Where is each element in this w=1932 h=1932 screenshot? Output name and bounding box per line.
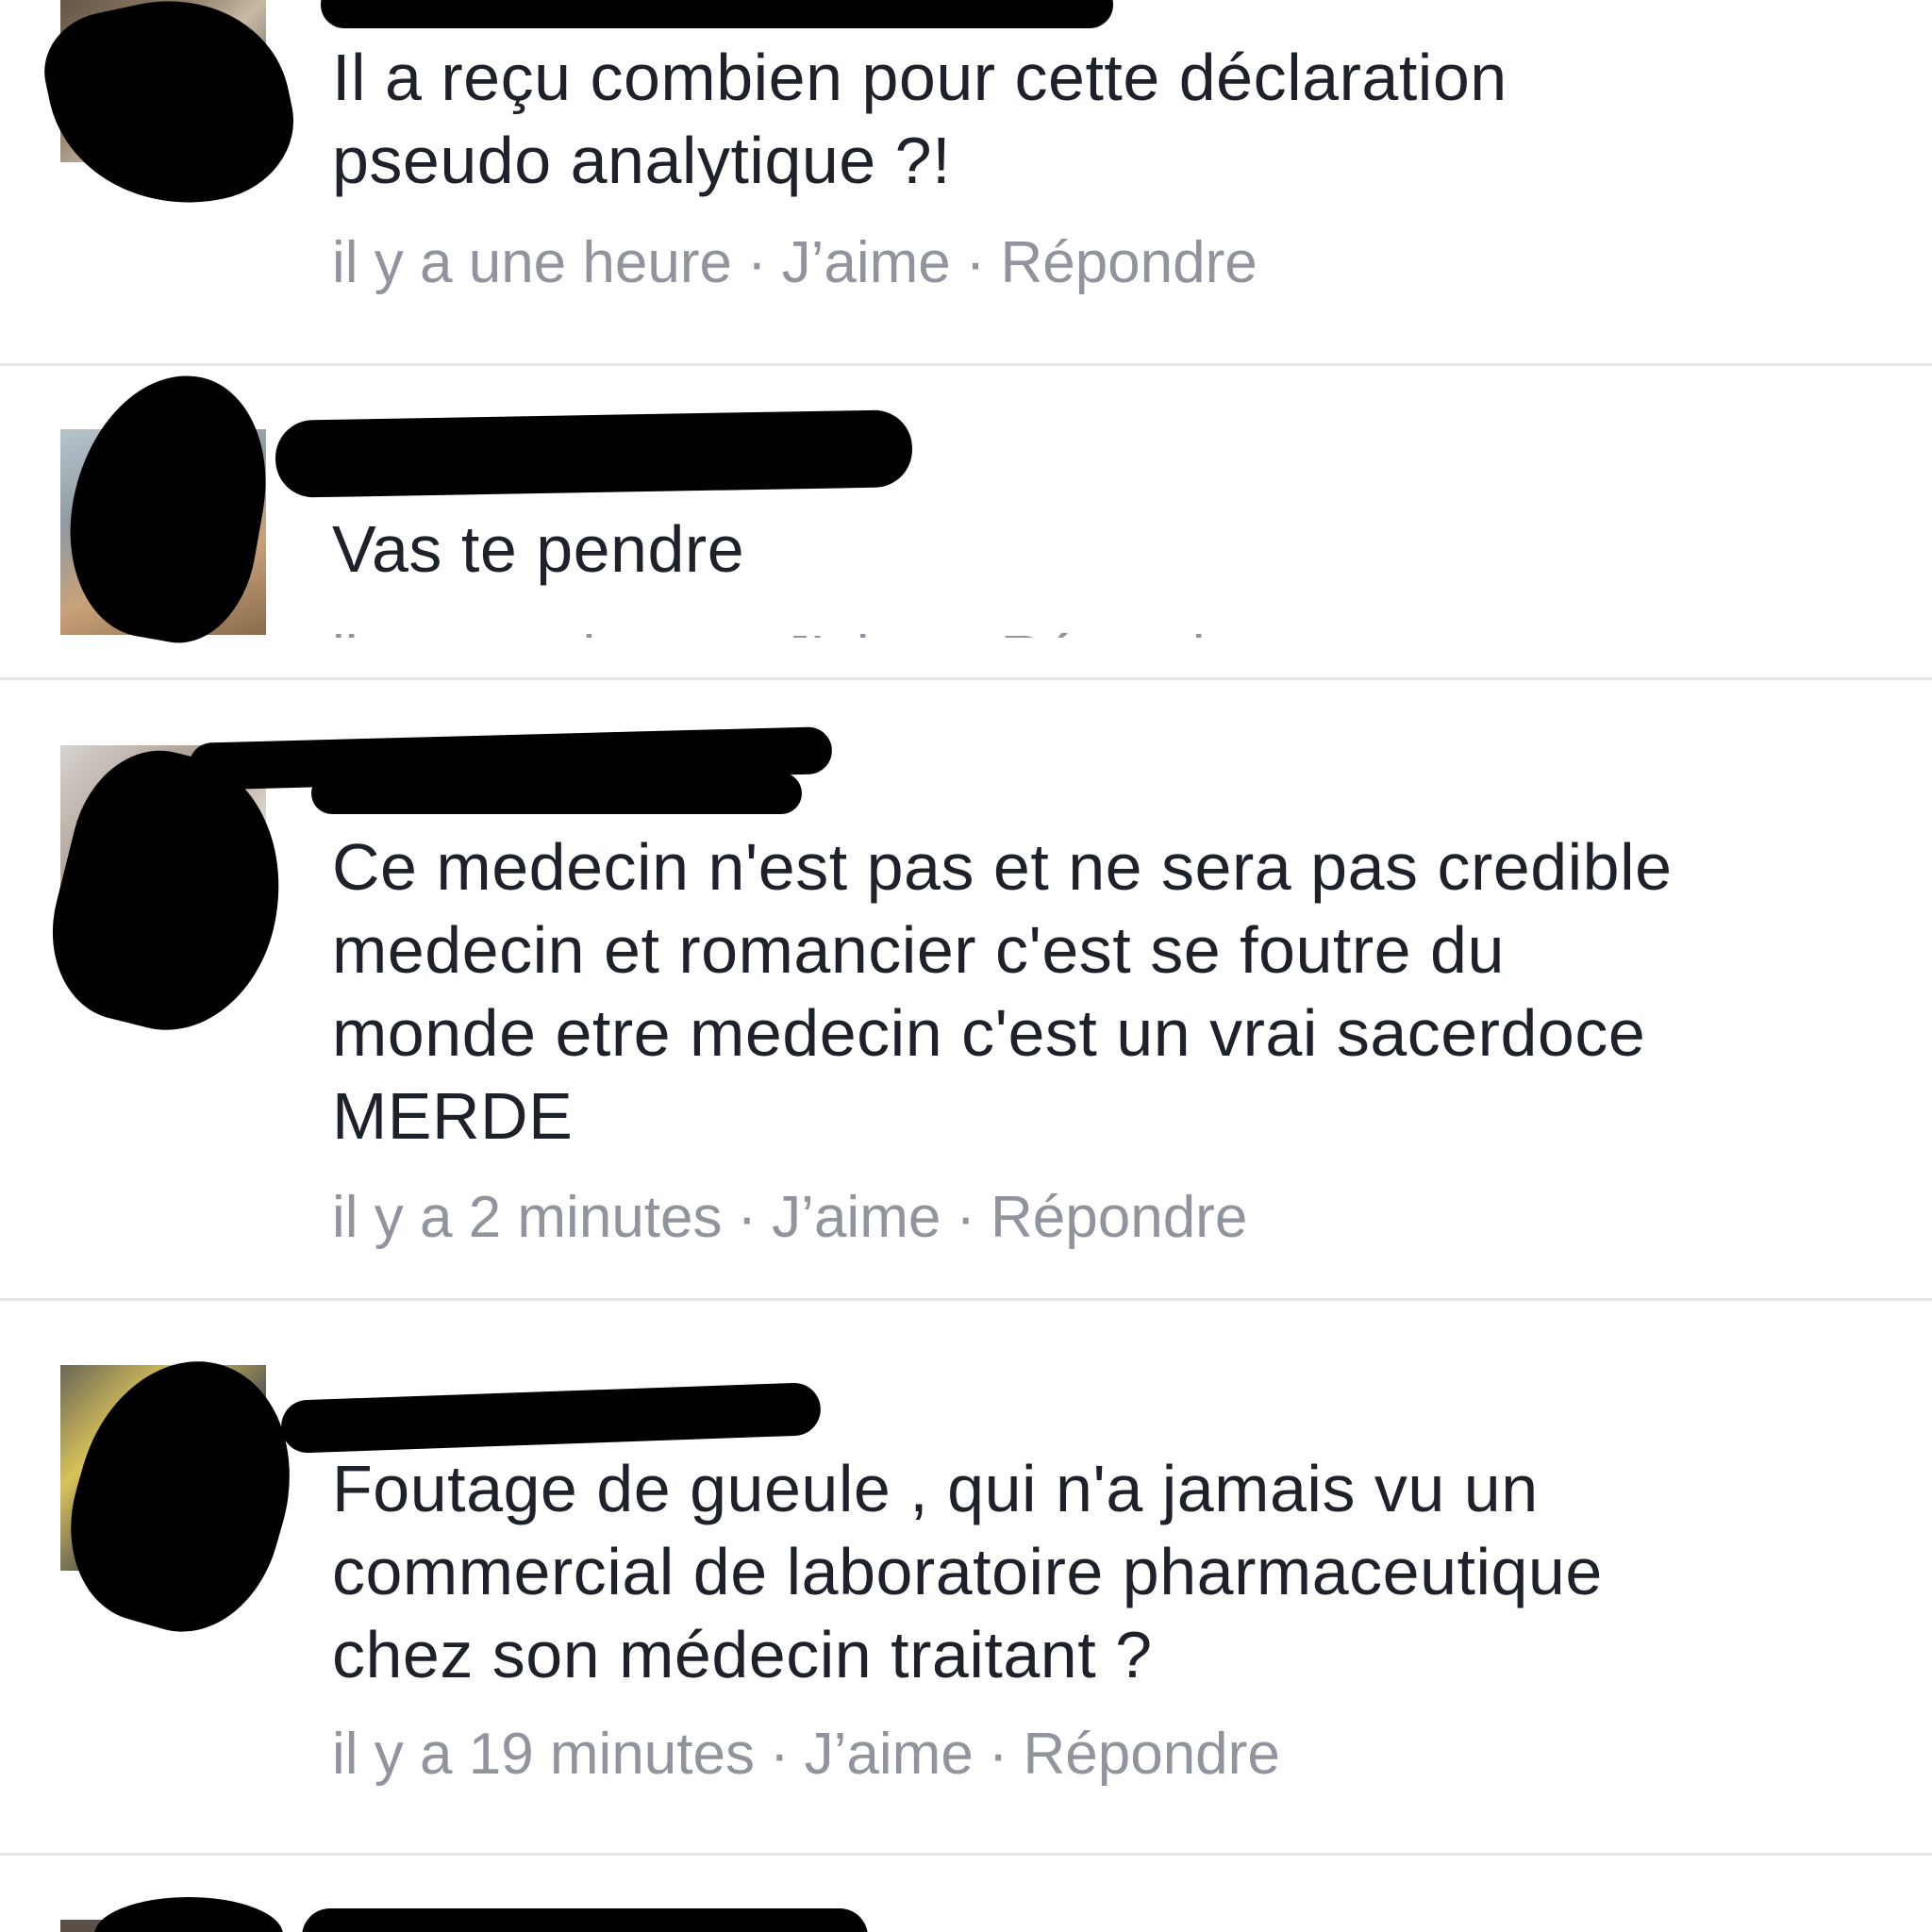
reply-link[interactable]: Répondre (1000, 625, 1257, 638)
like-link[interactable]: J’aime (782, 625, 951, 638)
reply-link[interactable]: Répondre (1000, 230, 1257, 295)
comment-meta: il y a une heure·J’aime·Répondre (332, 230, 1257, 296)
avatar-redaction (33, 0, 308, 230)
comment-meta: il y a 2 minutes · J’aime · Répondre (332, 1185, 1247, 1251)
name-redaction (321, 0, 1113, 28)
meta-separator: · (746, 230, 767, 295)
comment-text: Vas te pendre (332, 512, 745, 586)
meta-separator: · (732, 625, 782, 638)
comment-item (0, 1856, 1932, 1932)
meta-separator: · (951, 625, 1001, 638)
comment-meta: il y a 19 minutes · J’aime · Répondre (332, 1722, 1280, 1788)
meta-separator: · (988, 1722, 1008, 1787)
like-link[interactable]: J’aime (772, 1185, 941, 1250)
reply-link[interactable]: Répondre (991, 1185, 1247, 1250)
reply-link[interactable]: Répondre (1023, 1722, 1279, 1787)
comment-item: Vas te pendre il y a une heure·J’aime·Ré… (0, 358, 1932, 677)
avatar-redaction (94, 1897, 283, 1932)
comment-meta: il y a une heure·J’aime·Répondre (332, 625, 1257, 638)
comment-text: Ce medecin n'est pas et ne sera pas cred… (332, 830, 1673, 1153)
name-redaction (275, 409, 913, 498)
comment-timestamp: il y a une heure (332, 625, 732, 638)
comment-item: Ce medecin n'est pas et ne sera pas cred… (0, 680, 1932, 1298)
comment-timestamp: il y a une heure (332, 230, 732, 295)
comment-item: Foutage de gueule , qui n'a jamais vu un… (0, 1301, 1932, 1853)
meta-separator: · (965, 230, 986, 295)
comment-item: Il a reçu combien pour cette déclaration… (0, 0, 1932, 363)
meta-separator: · (770, 1722, 790, 1787)
meta-clip: il y a une heure·J’aime·Répondre (332, 625, 1464, 638)
meta-separator: · (737, 1185, 758, 1250)
like-link[interactable]: J’aime (805, 1722, 974, 1787)
comment-text: Il a reçu combien pour cette déclaration… (332, 41, 1507, 197)
comment-timestamp: il y a 2 minutes (332, 1185, 723, 1250)
comment-text: Foutage de gueule , qui n'a jamais vu un… (332, 1452, 1603, 1691)
name-redaction (311, 773, 802, 814)
like-link[interactable]: J’aime (782, 230, 951, 295)
comment-timestamp: il y a 19 minutes (332, 1722, 755, 1787)
name-redaction (280, 1382, 822, 1454)
name-redaction (302, 1908, 868, 1932)
meta-separator: · (956, 1185, 975, 1250)
